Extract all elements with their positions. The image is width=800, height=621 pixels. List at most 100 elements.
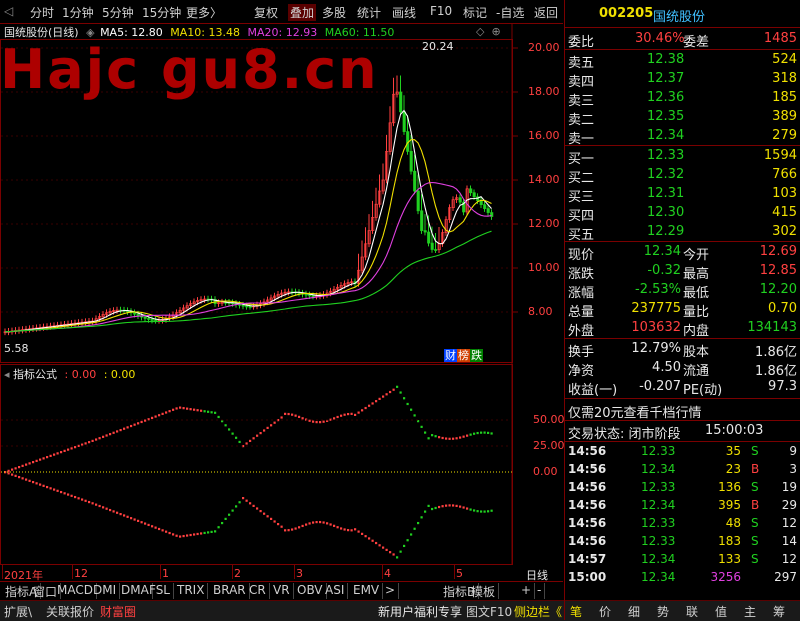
indicator-tab[interactable]: 模板: [468, 583, 500, 599]
indicator-point: [109, 433, 112, 436]
indicator-tab[interactable]: +: [518, 583, 536, 599]
indicator-point: [319, 421, 322, 424]
chart-corner-controls[interactable]: ◇ ⊕: [476, 25, 501, 38]
toolbar-item-overlay[interactable]: 叠加: [288, 4, 317, 21]
fin-tag-bang[interactable]: 榜: [457, 349, 470, 362]
indicator-point: [217, 526, 220, 529]
order-price: 12.33: [647, 148, 685, 163]
sell-row[interactable]: 卖一 12.34 279: [565, 126, 800, 147]
indicator-point: [35, 482, 38, 485]
indicator-point: [392, 553, 395, 556]
tick-price: 12.34: [641, 570, 676, 584]
toolbar-item-return[interactable]: 返回: [534, 4, 558, 21]
status-tab-f10[interactable]: 图文F10: [466, 603, 512, 620]
indicator-point: [7, 472, 10, 475]
candle-body: [311, 295, 315, 298]
quote-row[interactable]: 外盘 103632 内盘 134143: [565, 318, 800, 339]
status-promo[interactable]: 新用户福利专享: [378, 603, 462, 620]
buy-row[interactable]: 买五 12.29 302: [565, 222, 800, 243]
indicator-tab[interactable]: >: [382, 583, 400, 599]
stock-code: 002205: [599, 6, 654, 21]
promo-text[interactable]: 仅需20元查看千档行情: [568, 402, 702, 421]
buy-row[interactable]: 买一 12.33 1594: [565, 146, 800, 167]
toolbar-item-5min[interactable]: 5分钟: [102, 4, 134, 21]
indicator-point: [259, 510, 262, 513]
indicator-point: [200, 409, 203, 412]
toolbar-item-watchlist[interactable]: -自选: [496, 4, 524, 21]
sell-row[interactable]: 卖四 12.37 318: [565, 69, 800, 90]
buy-row[interactable]: 买二 12.32 766: [565, 165, 800, 186]
sell-row[interactable]: 卖二 12.35 389: [565, 107, 800, 128]
indicator-point: [291, 413, 294, 416]
toolbar-item-multistock[interactable]: 多股: [322, 4, 346, 21]
toolbar-item-15min[interactable]: 15分钟: [142, 4, 181, 21]
indicator-point: [18, 475, 21, 479]
quote-label-2: PE(动): [683, 383, 723, 398]
toolbar-item-mark[interactable]: 标记: [463, 4, 487, 21]
buy-row[interactable]: 买三 12.31 103: [565, 184, 800, 205]
status-expand[interactable]: 扩展\: [4, 603, 32, 620]
tick-time: 14:56: [568, 516, 607, 530]
indicator-point: [294, 527, 297, 530]
indicator-title[interactable]: 指标公式: [13, 368, 57, 381]
toolbar-item-fuquan[interactable]: 复权: [254, 4, 278, 21]
kline-chart[interactable]: [0, 24, 563, 565]
promo-line[interactable]: 仅需20元查看千档行情: [565, 400, 800, 421]
back-arrow-icon[interactable]: ◁: [4, 4, 13, 18]
indicator-tab[interactable]: -: [534, 583, 546, 599]
indicator-point: [49, 454, 52, 457]
quote-row[interactable]: 涨幅 -2.53% 最低 12.20: [565, 280, 800, 301]
indicator-tab[interactable]: BRAR: [210, 583, 250, 599]
indicator-point: [207, 410, 210, 413]
indicator-point: [11, 468, 14, 471]
indicator-point: [235, 505, 238, 508]
quote2-row[interactable]: 换手 12.79% 股本 1.86亿: [565, 339, 800, 360]
indicator-point: [298, 526, 301, 529]
indicator-point: [158, 527, 161, 531]
indicator-tab[interactable]: TRIX: [174, 583, 209, 599]
indicator-tab[interactable]: DMI: [90, 583, 121, 599]
toolbar-item-f10[interactable]: F10: [430, 4, 452, 18]
candle-body: [304, 293, 308, 296]
indicator-tab[interactable]: ASI: [322, 583, 349, 599]
indicator-point: [280, 525, 283, 528]
indicator-point: [249, 439, 252, 442]
quote2-row[interactable]: 收益(一) -0.207 PE(动) 97.3: [565, 377, 800, 398]
toolbar-item-more[interactable]: 更多〉: [186, 4, 222, 21]
collapse-icon[interactable]: ◂: [4, 368, 10, 381]
status-wealth-circle[interactable]: 财富圈: [100, 603, 136, 620]
indicator-point: [140, 521, 143, 524]
chart-area[interactable]: 国统股份(日线) ◈ MA5: 12.80 MA10: 13.48 MA20: …: [0, 24, 565, 582]
toolbar-item-draw[interactable]: 画线: [392, 4, 416, 21]
quote-row[interactable]: 总量 237775 量比 0.70: [565, 299, 800, 320]
toolbar-item-1min[interactable]: 1分钟: [62, 4, 94, 21]
toolbar-item-stats[interactable]: 统计: [357, 4, 381, 21]
indicator-point: [336, 526, 339, 529]
indicator-point: [340, 527, 343, 530]
status-related-quotes[interactable]: 关联报价: [46, 603, 94, 620]
buy-row[interactable]: 买四 12.30 415: [565, 203, 800, 224]
indicator-v2: : 0.00: [103, 368, 136, 381]
quote-row[interactable]: 涨跌 -0.32 最高 12.85: [565, 261, 800, 282]
indicator-tab[interactable]: CR: [246, 583, 270, 599]
indicator-tab[interactable]: FSL: [146, 583, 174, 599]
status-tab-sidebar[interactable]: 侧边栏《: [514, 603, 562, 620]
indicator-tab[interactable]: VR: [270, 583, 294, 599]
fin-tag-die[interactable]: 跌: [470, 349, 483, 362]
indicator-point: [284, 412, 287, 415]
quote-row[interactable]: 现价 12.34 今开 12.69: [565, 242, 800, 263]
indicator-point: [389, 390, 392, 394]
quote2-row[interactable]: 净资 4.50 流通 1.86亿: [565, 358, 800, 379]
quote-value: 12.34: [643, 244, 681, 259]
tick-row[interactable]: 15:00 12.34 3256 297: [565, 568, 800, 589]
indicator-point: [133, 518, 136, 521]
indicator-tab[interactable]: EMV: [350, 583, 384, 599]
indicator-point: [67, 493, 70, 496]
toolbar-item-timeshare[interactable]: 分时: [30, 4, 54, 21]
sell-row[interactable]: 卖三 12.36 185: [565, 88, 800, 109]
indicator-point: [473, 509, 476, 512]
indicator-point: [305, 523, 308, 526]
sell-row[interactable]: 卖五 12.38 524: [565, 50, 800, 71]
indicator-point: [424, 510, 427, 513]
fin-tag-cai[interactable]: 财: [444, 349, 457, 362]
